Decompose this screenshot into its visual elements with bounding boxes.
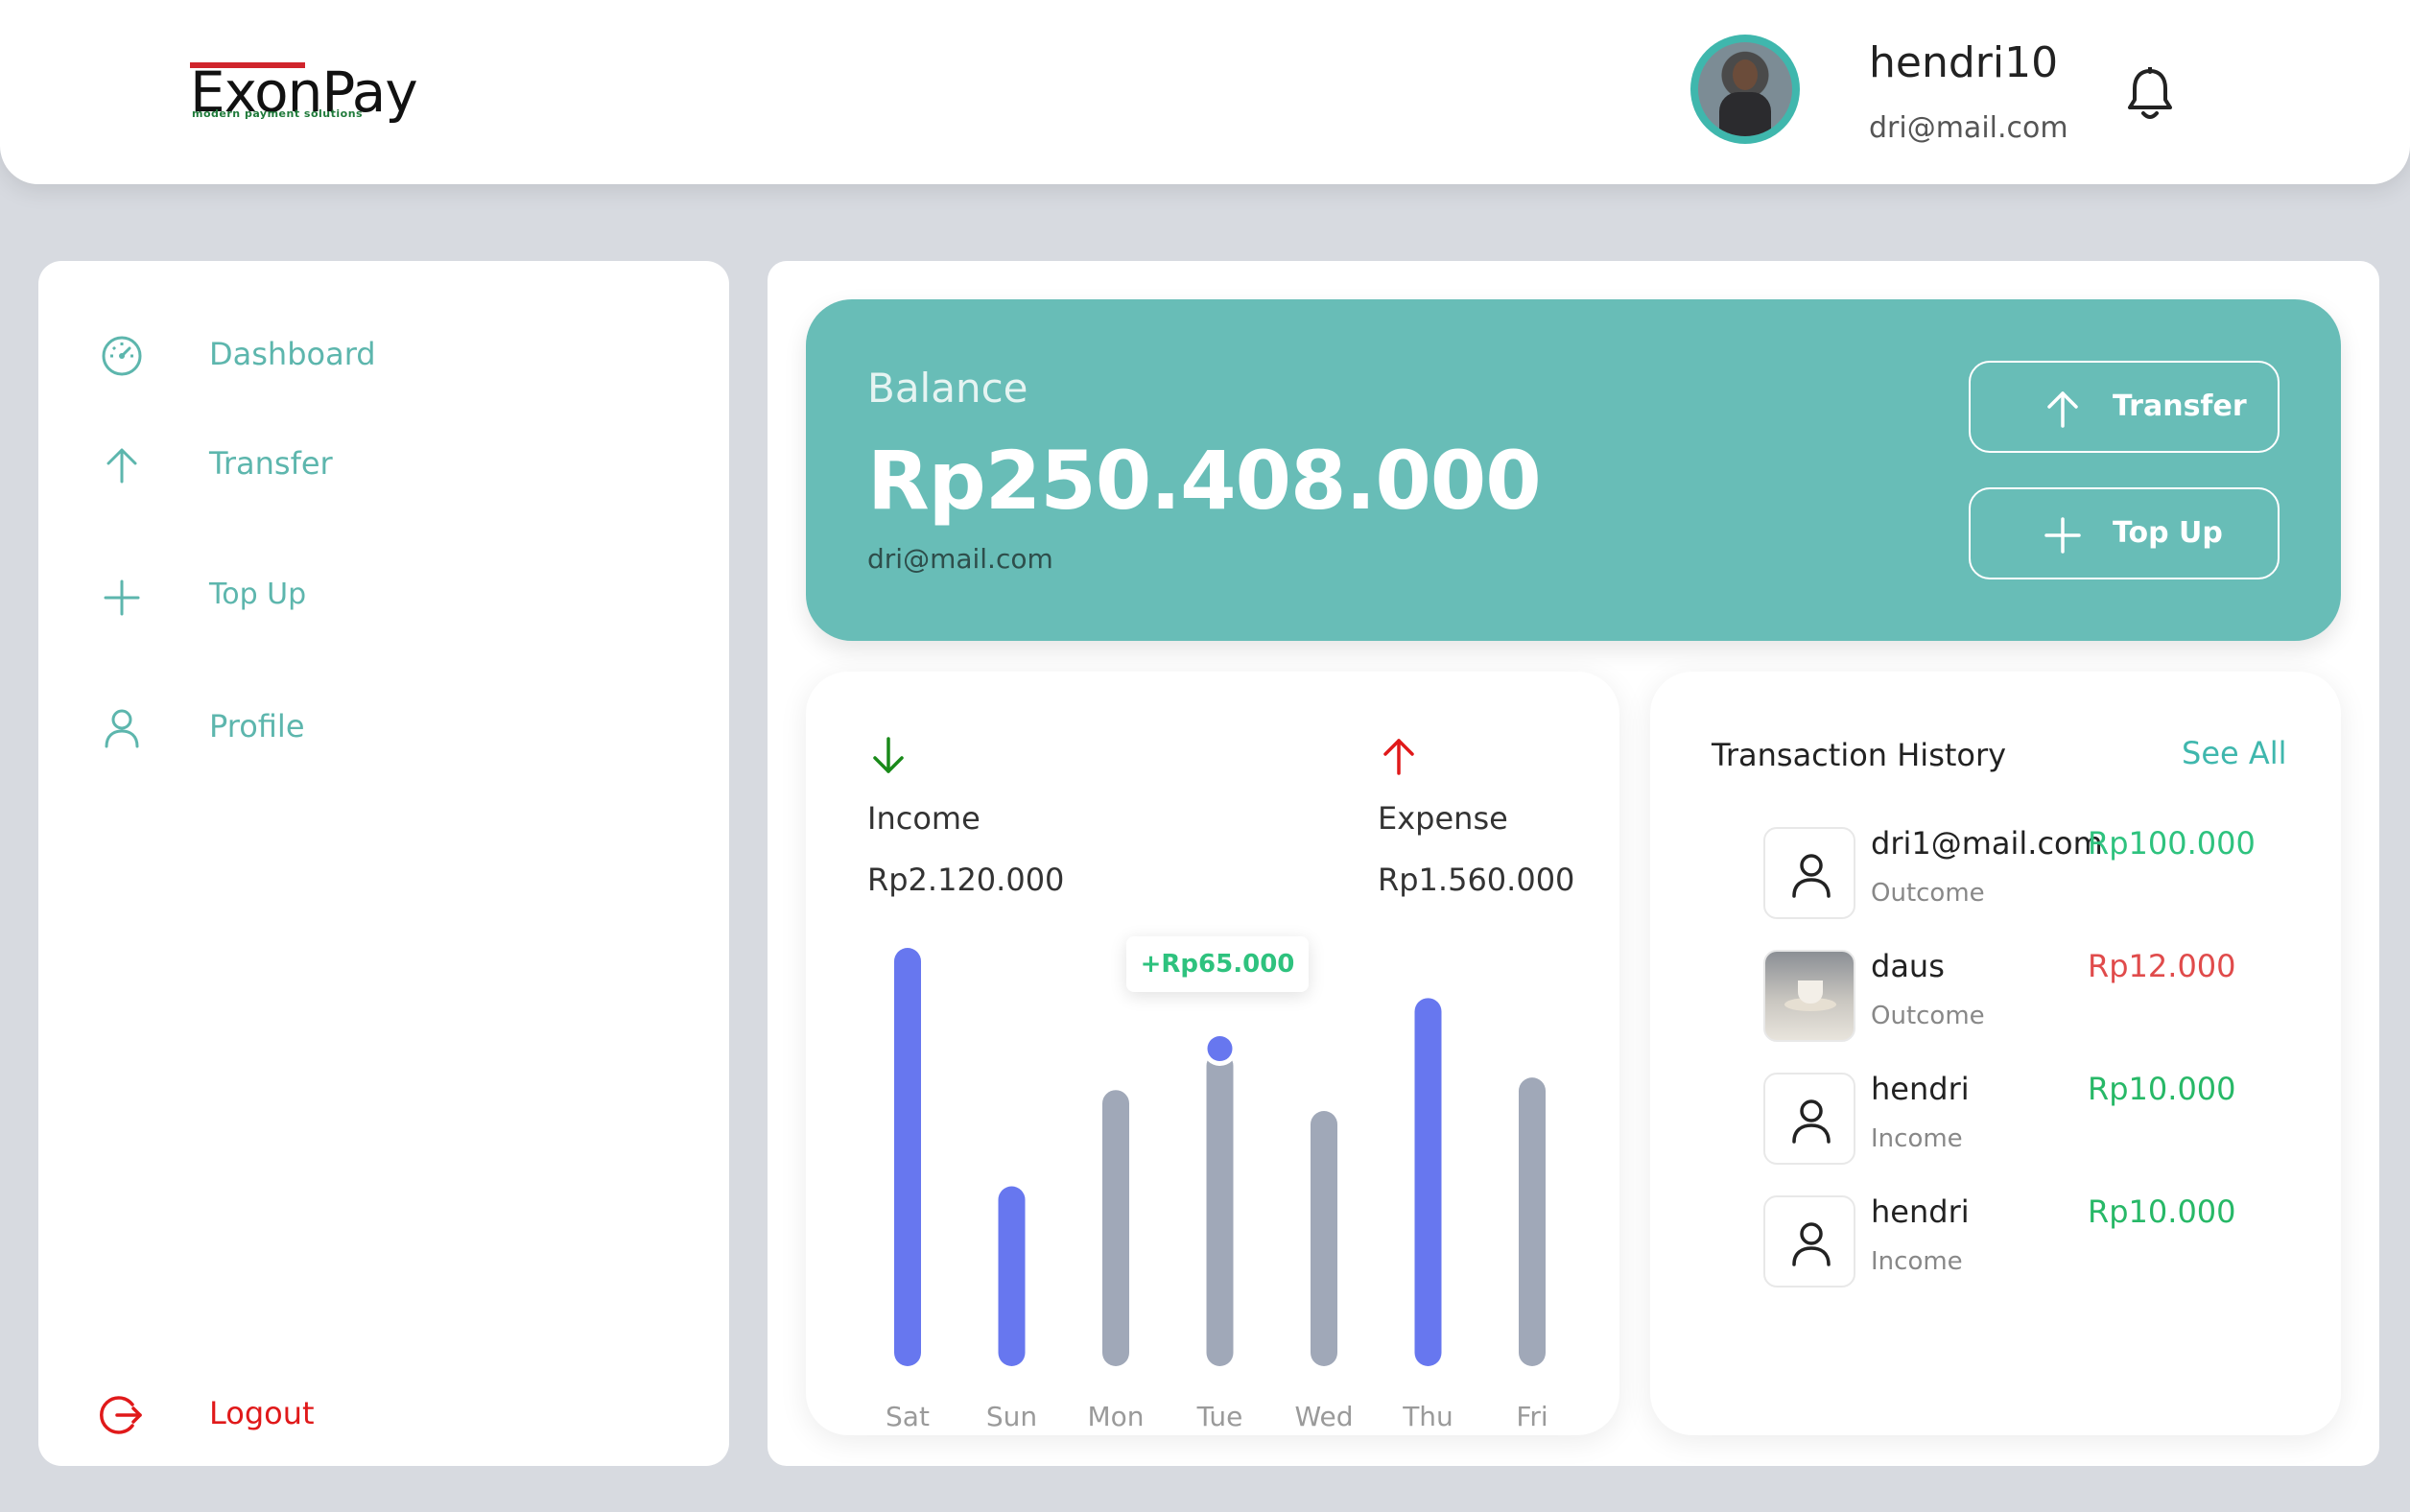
sidebar-item-label: Logout <box>209 1395 315 1431</box>
transaction-type: Outcome <box>1871 879 1985 908</box>
transfer-button-label: Transfer <box>2113 390 2247 423</box>
transaction-name: daus <box>1871 948 1945 984</box>
see-all-link[interactable]: See All <box>2182 735 2287 771</box>
transaction-row[interactable]: daus Outcome Rp12.000 <box>1763 948 2301 1044</box>
income-expense-card: Sat Sun Mon Tue Wed Thu Fri Income Expense Rp2… <box>806 672 1619 1435</box>
sidebar-item-topup[interactable]: Top Up <box>38 564 729 631</box>
transaction-amount: Rp100.000 <box>2088 825 2256 862</box>
chart-bar-sat[interactable] <box>894 948 921 1366</box>
chart-bar-fri[interactable] <box>1519 1077 1546 1366</box>
avatar-head <box>1733 59 1758 90</box>
user-icon <box>1763 827 1855 919</box>
topup-button[interactable]: Top Up <box>1969 487 2280 579</box>
photo-cup <box>1798 980 1823 1004</box>
contact-photo <box>1763 950 1855 1042</box>
user-icon <box>100 706 144 750</box>
sidebar-item-label: Dashboard <box>209 336 376 372</box>
logout-icon <box>100 1393 144 1437</box>
chart-tick-label: Thu <box>1402 1401 1453 1432</box>
transaction-amount: Rp12.000 <box>2088 948 2236 984</box>
active-point[interactable] <box>1207 1036 1233 1061</box>
brand-logo[interactable]: ExonPay modern payment solutions <box>190 59 418 127</box>
arrow-down-icon <box>867 735 910 777</box>
transaction-name: hendri <box>1871 1193 1970 1230</box>
sidebar-item-profile[interactable]: Profile <box>38 695 729 762</box>
user-name: hendri10 <box>1869 38 2059 87</box>
sidebar-item-label: Profile <box>209 708 305 744</box>
balance-label: Balance <box>867 365 1028 412</box>
brand-tagline: modern payment solutions <box>192 107 364 120</box>
sidebar-item-logout[interactable]: Logout <box>38 1382 729 1449</box>
chart-bar-wed[interactable] <box>1311 1111 1337 1366</box>
transaction-row[interactable]: dri1@mail.com Outcome Rp100.000 <box>1763 825 2301 921</box>
user-icon <box>1763 1073 1855 1165</box>
user-email: dri@mail.com <box>1869 111 2068 145</box>
balance-amount: Rp250.408.000 <box>867 434 1542 528</box>
bell-icon[interactable] <box>2126 65 2174 121</box>
chart-tick-label: Tue <box>1196 1401 1243 1432</box>
transfer-button[interactable]: Transfer <box>1969 361 2280 453</box>
arrow-up-icon <box>2042 388 2084 430</box>
balance-email: dri@mail.com <box>867 543 1053 575</box>
chart-tooltip: +Rp65.000 <box>1126 936 1309 992</box>
expense-value: Rp1.560.000 <box>1378 862 1575 898</box>
plus-icon <box>100 576 144 620</box>
transaction-name: dri1@mail.com <box>1871 825 2103 862</box>
chart-bar-sun[interactable] <box>998 1186 1026 1366</box>
user-avatar[interactable] <box>1690 35 1800 144</box>
chart-bar-mon[interactable] <box>1102 1090 1129 1366</box>
user-icon <box>1763 1195 1855 1288</box>
transaction-type: Income <box>1871 1124 1963 1153</box>
transaction-type: Outcome <box>1871 1002 1985 1030</box>
transaction-row[interactable]: hendri Income Rp10.000 <box>1763 1071 2301 1167</box>
weekly-bar-chart: Sat Sun Mon Tue Wed Thu Fri <box>886 948 1548 1432</box>
avatar-suit <box>1719 92 1771 136</box>
chart-bar-tue[interactable] <box>1206 1052 1234 1366</box>
sidebar-item-label: Transfer <box>209 445 333 482</box>
transaction-history-card: Transaction History See All dri1@mail.co… <box>1650 672 2341 1435</box>
income-value: Rp2.120.000 <box>867 862 1065 898</box>
chart-bar-thu[interactable] <box>1414 998 1442 1366</box>
income-label: Income <box>867 800 981 837</box>
sidebar-item-dashboard[interactable]: Dashboard <box>38 322 729 390</box>
expense-label: Expense <box>1378 800 1508 837</box>
chart-tick-label: Wed <box>1294 1401 1353 1432</box>
avatar-photo <box>1698 42 1792 136</box>
transaction-type: Income <box>1871 1247 1963 1276</box>
chart-tick-label: Sun <box>986 1401 1037 1432</box>
transaction-row[interactable]: hendri Income Rp10.000 <box>1763 1193 2301 1289</box>
balance-card: Balance Rp250.408.000 dri@mail.com Trans… <box>806 299 2341 641</box>
sidebar: Dashboard Transfer Top Up Profile Logout <box>38 261 729 1466</box>
transaction-amount: Rp10.000 <box>2088 1071 2236 1107</box>
sidebar-item-label: Top Up <box>209 578 307 611</box>
transaction-history-title: Transaction History <box>1712 737 2007 773</box>
sidebar-item-transfer[interactable]: Transfer <box>38 432 729 499</box>
top-header: ExonPay modern payment solutions hendri1… <box>0 0 2410 184</box>
chart-tick-label: Fri <box>1516 1401 1548 1432</box>
transaction-name: hendri <box>1871 1071 1970 1107</box>
plus-icon <box>2042 514 2084 556</box>
arrow-up-icon <box>100 443 144 487</box>
chart-tick-label: Mon <box>1087 1401 1144 1432</box>
dashboard-icon <box>100 334 144 378</box>
transaction-amount: Rp10.000 <box>2088 1193 2236 1230</box>
chart-tick-label: Sat <box>886 1401 930 1432</box>
topup-button-label: Top Up <box>2113 516 2223 550</box>
arrow-up-icon <box>1378 735 1420 777</box>
